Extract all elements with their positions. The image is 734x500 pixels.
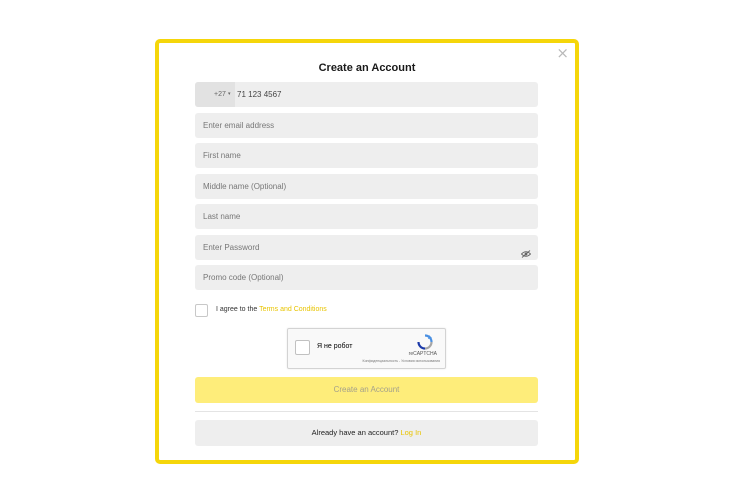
country-code: +27	[214, 91, 226, 98]
terms-checkbox[interactable]	[195, 304, 208, 317]
recaptcha-brand: reCAPTCHA	[408, 351, 437, 357]
login-text: Already have an account?	[311, 428, 401, 437]
divider	[195, 411, 538, 412]
terms-label: I agree to the	[216, 306, 260, 313]
country-code-selector[interactable]: +27 ▾	[195, 82, 235, 107]
login-prompt: Already have an account? Log In	[195, 420, 538, 446]
signup-modal: × Create an Account +27 ▾ 71 123 4567 En…	[155, 39, 579, 464]
login-link[interactable]: Log In	[400, 428, 421, 437]
recaptcha-widget: Я не робот reCAPTCHA Конфиденциальность …	[287, 328, 446, 369]
modal-title: Create an Account	[318, 62, 416, 74]
recaptcha-logo-icon	[417, 334, 433, 350]
recaptcha-label: Я не робот	[317, 343, 353, 350]
promo-code-field[interactable]: Promo code (Optional)	[195, 265, 538, 290]
terms-text: I agree to the Terms and Conditions	[216, 306, 327, 313]
first-name-field[interactable]: First name	[195, 143, 538, 168]
password-field[interactable]: Enter Password	[195, 235, 538, 260]
chevron-down-icon: ▾	[228, 91, 231, 97]
middle-name-field[interactable]: Middle name (Optional)	[195, 174, 538, 199]
phone-input[interactable]: 71 123 4567	[237, 82, 282, 107]
last-name-field[interactable]: Last name	[195, 204, 538, 229]
password-placeholder: Enter Password	[203, 243, 260, 252]
south-africa-flag-icon	[201, 91, 211, 98]
terms-link[interactable]: Terms and Conditions	[259, 306, 327, 313]
close-icon[interactable]: ×	[556, 46, 569, 61]
recaptcha-checkbox[interactable]	[295, 340, 310, 355]
create-account-button[interactable]: Create an Account	[195, 377, 538, 403]
email-field[interactable]: Enter email address	[195, 113, 538, 138]
recaptcha-links[interactable]: Конфиденциальность - Условия использован…	[363, 359, 440, 363]
phone-field[interactable]: +27 ▾ 71 123 4567	[195, 82, 538, 107]
eye-off-icon[interactable]	[520, 243, 532, 258]
